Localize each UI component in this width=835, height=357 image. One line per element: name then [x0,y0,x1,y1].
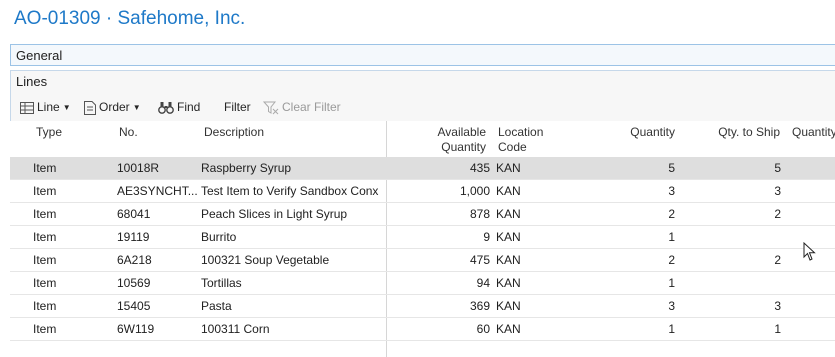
cell-no[interactable]: 68041 [117,207,150,222]
column-header-quantity[interactable]: Quantity [600,125,675,140]
column-header-qty-to-ship[interactable]: Qty. to Ship [700,125,780,140]
column-header-description[interactable]: Description [204,125,264,140]
cell-available-quantity: 60 [476,322,490,336]
fasttab-general-label: General [16,48,63,63]
clear-filter-label: Clear Filter [282,100,341,114]
table-row[interactable]: Item 6W119 100311 Corn 60 KAN 1 1 [10,318,835,341]
fasttab-general[interactable]: General [10,44,835,66]
table-row[interactable]: Item 6A218 100321 Soup Vegetable 475 KAN 2 2 [10,249,835,272]
cell-type: Item [33,322,57,336]
cell-qty-to-ship: 3 [774,184,781,198]
find-button[interactable]: Find [158,99,200,115]
cell-qty-to-ship: 3 [774,299,781,313]
cell-location-code: KAN [496,184,521,198]
header-line: Location [498,125,544,139]
cell-available-quantity: 475 [469,253,490,267]
table-row[interactable]: Item AE3SYNCHT... Test Item to Verify Sand… [10,180,835,203]
cell-quantity: 1 [668,276,675,290]
table-row[interactable]: Item 15405 Pasta 369 KAN 3 3 [10,295,835,318]
cell-type: Item [33,161,57,175]
clear-filter-button[interactable]: Clear Filter [263,99,341,115]
line-menu-button[interactable]: Line ▼ [20,99,71,115]
header-line: Available [437,125,486,139]
lines-action-bar: Line ▼ Order ▼ Find Filter Clear Filter [10,92,835,121]
cell-type: Item [33,253,57,267]
cell-no[interactable]: 10569 [117,276,150,291]
cell-location-code: KAN [496,230,521,244]
table-row[interactable]: Item 19119 Burrito 9 KAN 1 [10,226,835,249]
cell-qty-to-ship: 1 [774,322,781,336]
column-header-location-code[interactable]: Location Code [498,125,543,155]
cell-qty-to-ship: 5 [774,161,781,175]
find-label: Find [177,100,201,114]
chevron-down-icon: ▼ [132,102,141,112]
cell-no[interactable]: 6W119 [117,322,154,337]
cell-no[interactable]: 6A218 [117,253,152,268]
cell-quantity: 3 [668,299,675,313]
cell-type: Item [33,184,57,198]
mouse-cursor-icon [803,242,816,261]
table-row[interactable]: Item 10018R Raspberry Syrup 435 KAN 5 5 [10,157,835,180]
cell-quantity: 1 [668,230,675,244]
column-header-no[interactable]: No. [119,125,138,140]
cell-type: Item [33,207,57,221]
column-header-type[interactable]: Type [36,125,62,140]
cell-quantity: 2 [668,207,675,221]
cell-qty-to-ship: 2 [774,207,781,221]
column-header-quantity-truncated[interactable]: Quantity [792,125,835,140]
cell-quantity: 5 [668,161,675,175]
cell-quantity: 2 [668,253,675,267]
cell-quantity: 3 [668,184,675,198]
cell-description[interactable]: Raspberry Syrup [201,161,291,176]
header-line: Quantity [441,140,486,154]
cell-description[interactable]: Test Item to Verify Sandbox Conx [201,184,378,199]
cell-available-quantity: 435 [469,161,490,175]
cell-location-code: KAN [496,161,521,175]
cell-type: Item [33,299,57,313]
cell-location-code: KAN [496,253,521,267]
cell-description[interactable]: Tortillas [201,276,242,291]
cell-qty-to-ship: 2 [774,253,781,267]
cell-type: Item [33,230,57,244]
cell-description[interactable]: 100311 Corn [201,322,270,337]
binoculars-icon [158,102,174,115]
cell-location-code: KAN [496,322,521,336]
fasttab-lines[interactable]: Lines [10,70,835,92]
filter-label: Filter [224,100,251,114]
cell-available-quantity: 9 [483,230,490,244]
column-header-available-quantity[interactable]: Available Quantity [420,125,486,155]
table-row[interactable]: Item 68041 Peach Slices in Light Syrup 878 K… [10,203,835,226]
cell-description[interactable]: Peach Slices in Light Syrup [201,207,347,222]
order-menu-label: Order [99,100,130,114]
cell-no[interactable]: 10018R [117,161,159,176]
chevron-down-icon: ▼ [62,102,71,112]
header-line: Code [498,140,527,154]
cell-no[interactable]: AE3SYNCHT... [117,184,198,199]
cell-no[interactable]: 15405 [117,299,150,314]
cell-no[interactable]: 19119 [117,230,149,245]
cell-description[interactable]: Pasta [201,299,232,314]
filter-button[interactable]: Filter [224,99,251,115]
cell-description[interactable]: 100321 Soup Vegetable [201,253,329,268]
cell-available-quantity: 94 [476,276,490,290]
cell-location-code: KAN [496,276,521,290]
cell-available-quantity: 878 [469,207,490,221]
cell-quantity: 1 [668,322,675,336]
cell-available-quantity: 369 [469,299,490,313]
table-row[interactable]: Item 10569 Tortillas 94 KAN 1 [10,272,835,295]
cell-available-quantity: 1,000 [459,184,490,198]
line-menu-label: Line [37,100,60,114]
clear-filter-icon [263,101,279,115]
document-icon [84,100,96,115]
cell-location-code: KAN [496,207,521,221]
cell-type: Item [33,276,57,290]
cell-location-code: KAN [496,299,521,313]
page-title: AO-01309 · Safehome, Inc. [14,8,246,29]
fasttab-lines-label: Lines [16,74,48,89]
grid-icon [20,101,34,114]
order-menu-button[interactable]: Order ▼ [84,99,141,115]
cell-description[interactable]: Burrito [201,230,236,245]
